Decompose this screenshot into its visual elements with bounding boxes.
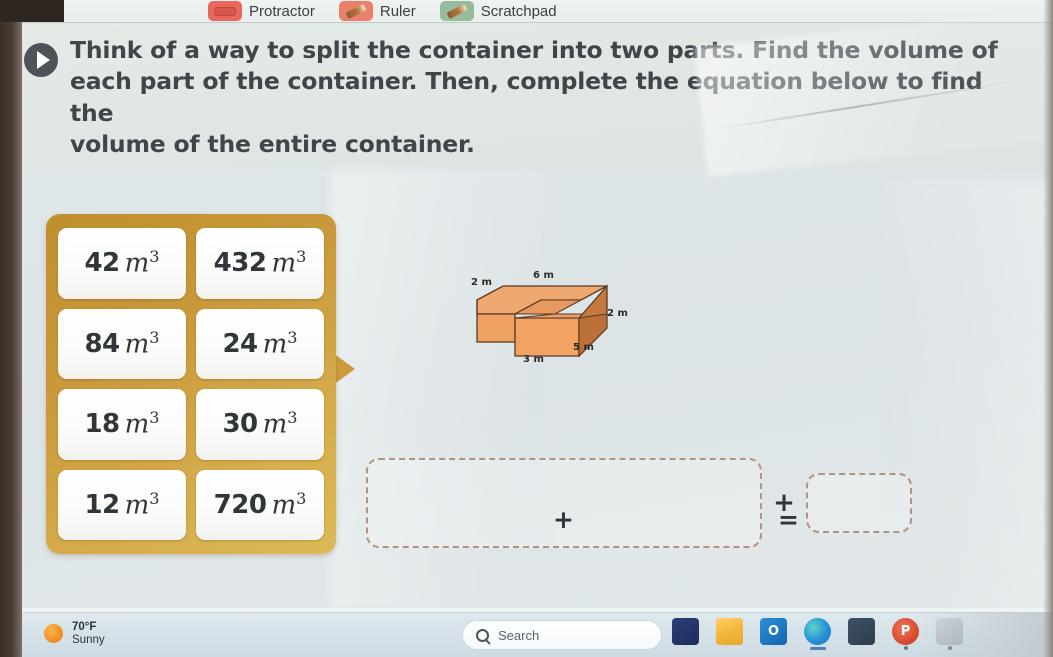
protractor-icon [208,1,242,21]
dimension-depth: 5 m [573,342,594,353]
search-input[interactable]: Search [462,620,662,650]
answer-tile-number: 432 [213,248,267,279]
math-activity-app: Protractor Ruler Scratchpad Think of a w… [0,0,1053,612]
answer-tile-unit: m3 [262,327,298,360]
answer-tile[interactable]: 432 m3 [196,228,324,299]
answer-tile-unit: m3 [124,408,160,441]
answer-tile[interactable]: 30 m3 [196,389,324,460]
answer-tile-number: 720 [213,489,267,520]
answer-tile[interactable]: 12 m3 [58,469,186,540]
equals-sign: = [778,505,799,534]
answer-tile-number: 24 [222,328,258,359]
answer-tile[interactable]: 84 m3 [58,308,186,379]
instruction-line-2: each part of the container. Then, comple… [70,67,983,127]
sun-icon [44,624,63,644]
answer-tile-number: 18 [84,409,120,440]
instruction-line-1: Think of a way to split the container in… [70,36,998,64]
answer-tile-number: 84 [84,328,120,359]
microsoft-store-icon[interactable] [848,618,875,645]
tray-pointer [333,353,355,385]
composite-prism-figure: 2 m 6 m 2 m 5 m 3 m [455,270,645,370]
screenshot-root: Protractor Ruler Scratchpad Think of a w… [0,0,1053,657]
search-placeholder: Search [498,627,540,643]
photo-frame-corner [0,0,64,22]
powerpoint-icon[interactable]: P [892,618,919,645]
weather-temperature: 70°F [72,621,97,633]
edge-icon[interactable] [804,618,831,645]
tool-strip: Protractor Ruler Scratchpad [0,0,1053,22]
search-icon [476,628,489,642]
answer-tile-unit: m3 [124,247,160,280]
dimension-front-width: 3 m [523,354,544,365]
dimension-top-length: 6 m [533,270,554,281]
instruction-line-3: volume of the entire container. [70,129,475,158]
answer-tile-unit: m3 [124,327,160,360]
answer-tile-unit: m3 [271,247,307,280]
taskbar-app-icons: O P [672,618,963,645]
answer-tile[interactable]: 42 m3 [58,228,186,299]
answer-tile-unit: m3 [271,488,307,521]
tool-scratchpad-label: Scratchpad [480,2,557,20]
equation-result-slot[interactable] [806,473,912,533]
answer-tile[interactable]: 720 m3 [196,469,324,540]
instruction-text: Think of a way to split the container in… [70,35,1031,160]
zoom-icon[interactable] [672,618,699,645]
answer-tile[interactable]: 18 m3 [58,389,186,460]
tool-scratchpad[interactable]: Scratchpad [428,0,569,22]
photo-frame-edge [0,0,22,657]
media-player-icon[interactable] [936,618,963,645]
answer-tile-number: 42 [84,248,120,279]
weather-widget[interactable]: 70°F Sunny [44,621,105,647]
outlook-icon[interactable]: O [760,618,787,645]
answer-tile-unit: m3 [262,408,298,441]
photo-frame-edge-right [1043,0,1053,657]
play-audio-icon[interactable] [24,43,58,77]
ruler-icon [338,1,373,21]
file-explorer-icon[interactable] [716,618,743,645]
weather-condition: Sunny [72,633,105,646]
tool-protractor[interactable]: Protractor [196,0,327,22]
answer-tile[interactable]: 24 m3 [196,308,324,379]
work-area: 42 m3 432 m3 84 m3 24 m3 18 m3 30 m3 12 … [0,170,1053,612]
tool-ruler[interactable]: Ruler [327,0,428,22]
plus-sign: + [553,505,574,534]
scratchpad-icon [439,1,474,21]
tool-protractor-label: Protractor [249,2,315,20]
answer-tile-tray: 42 m3 432 m3 84 m3 24 m3 18 m3 30 m3 12 … [46,214,336,554]
answer-tile-number: 12 [84,489,120,520]
answer-tile-unit: m3 [124,488,160,521]
instruction-header: Think of a way to split the container in… [0,22,1053,170]
equation-slot-1[interactable] [366,458,762,548]
answer-tile-number: 30 [222,409,258,440]
equation-row: + [366,458,912,548]
tool-ruler-label: Ruler [379,2,416,20]
dimension-right-height: 2 m [607,308,628,319]
dimension-left-height: 2 m [471,277,492,288]
